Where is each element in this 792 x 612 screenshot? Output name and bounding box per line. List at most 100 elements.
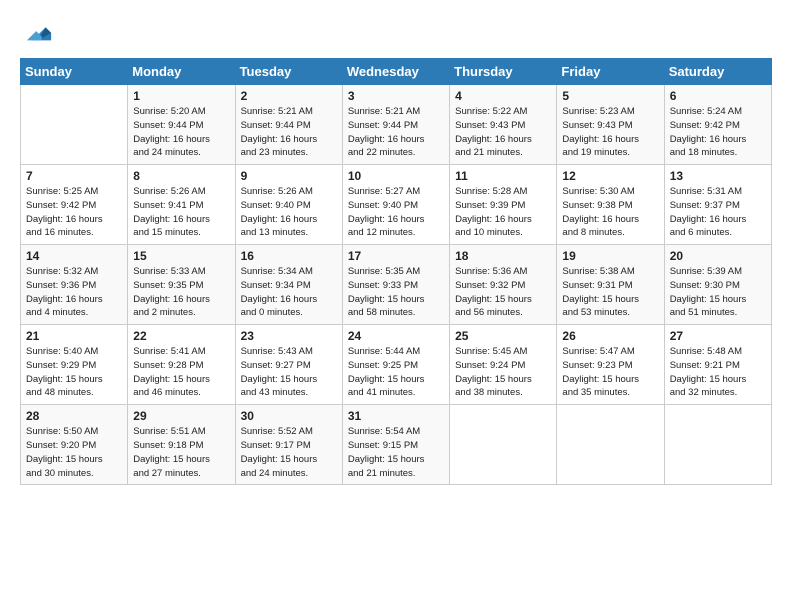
calendar-cell: [664, 405, 771, 485]
day-info: Sunrise: 5:34 AM Sunset: 9:34 PM Dayligh…: [241, 265, 337, 320]
day-number: 4: [455, 89, 551, 103]
day-info: Sunrise: 5:33 AM Sunset: 9:35 PM Dayligh…: [133, 265, 229, 320]
day-info: Sunrise: 5:45 AM Sunset: 9:24 PM Dayligh…: [455, 345, 551, 400]
day-info: Sunrise: 5:51 AM Sunset: 9:18 PM Dayligh…: [133, 425, 229, 480]
day-number: 28: [26, 409, 122, 423]
day-info: Sunrise: 5:22 AM Sunset: 9:43 PM Dayligh…: [455, 105, 551, 160]
calendar-cell: 18 Sunrise: 5:36 AM Sunset: 9:32 PM Dayli…: [450, 245, 557, 325]
day-number: 17: [348, 249, 444, 263]
day-info: Sunrise: 5:27 AM Sunset: 9:40 PM Dayligh…: [348, 185, 444, 240]
day-number: 23: [241, 329, 337, 343]
calendar-cell: 31 Sunrise: 5:54 AM Sunset: 9:15 PM Dayli…: [342, 405, 449, 485]
day-number: 15: [133, 249, 229, 263]
day-number: 31: [348, 409, 444, 423]
day-info: Sunrise: 5:26 AM Sunset: 9:40 PM Dayligh…: [241, 185, 337, 240]
calendar-cell: 2Sunrise: 5:21 AM Sunset: 9:44 PM Daylig…: [235, 85, 342, 165]
week-row-3: 14 Sunrise: 5:32 AM Sunset: 9:36 PM Dayli…: [21, 245, 772, 325]
day-number: 26: [562, 329, 658, 343]
calendar-cell: 15 Sunrise: 5:33 AM Sunset: 9:35 PM Dayli…: [128, 245, 235, 325]
day-number: 21: [26, 329, 122, 343]
calendar-cell: 16 Sunrise: 5:34 AM Sunset: 9:34 PM Dayli…: [235, 245, 342, 325]
day-number: 12: [562, 169, 658, 183]
day-info: Sunrise: 5:28 AM Sunset: 9:39 PM Dayligh…: [455, 185, 551, 240]
day-info: Sunrise: 5:43 AM Sunset: 9:27 PM Dayligh…: [241, 345, 337, 400]
calendar-cell: 26 Sunrise: 5:47 AM Sunset: 9:23 PM Dayli…: [557, 325, 664, 405]
day-number: 29: [133, 409, 229, 423]
day-number: 16: [241, 249, 337, 263]
calendar-cell: 22 Sunrise: 5:41 AM Sunset: 9:28 PM Dayli…: [128, 325, 235, 405]
calendar-cell: 4 Sunrise: 5:22 AM Sunset: 9:43 PM Daylig…: [450, 85, 557, 165]
calendar-cell: [450, 405, 557, 485]
day-number: 14: [26, 249, 122, 263]
day-number: 9: [241, 169, 337, 183]
calendar-cell: 11 Sunrise: 5:28 AM Sunset: 9:39 PM Dayli…: [450, 165, 557, 245]
day-number: 1: [133, 89, 229, 103]
day-number: 18: [455, 249, 551, 263]
weekday-header-wednesday: Wednesday: [342, 59, 449, 85]
day-info: Sunrise: 5:21 AM Sunset: 9:44 PM Dayligh…: [348, 105, 444, 160]
day-number: 25: [455, 329, 551, 343]
week-row-5: 28Sunrise: 5:50 AM Sunset: 9:20 PM Dayli…: [21, 405, 772, 485]
calendar-cell: 7Sunrise: 5:25 AM Sunset: 9:42 PM Daylig…: [21, 165, 128, 245]
day-number: 10: [348, 169, 444, 183]
calendar-cell: 3 Sunrise: 5:21 AM Sunset: 9:44 PM Daylig…: [342, 85, 449, 165]
weekday-header-friday: Friday: [557, 59, 664, 85]
day-number: 30: [241, 409, 337, 423]
day-number: 13: [670, 169, 766, 183]
day-info: Sunrise: 5:44 AM Sunset: 9:25 PM Dayligh…: [348, 345, 444, 400]
calendar-cell: 24 Sunrise: 5:44 AM Sunset: 9:25 PM Dayli…: [342, 325, 449, 405]
week-row-2: 7Sunrise: 5:25 AM Sunset: 9:42 PM Daylig…: [21, 165, 772, 245]
weekday-header-tuesday: Tuesday: [235, 59, 342, 85]
day-number: 22: [133, 329, 229, 343]
day-info: Sunrise: 5:26 AM Sunset: 9:41 PM Dayligh…: [133, 185, 229, 240]
weekday-header-monday: Monday: [128, 59, 235, 85]
day-info: Sunrise: 5:35 AM Sunset: 9:33 PM Dayligh…: [348, 265, 444, 320]
day-info: Sunrise: 5:25 AM Sunset: 9:42 PM Dayligh…: [26, 185, 122, 240]
day-number: 24: [348, 329, 444, 343]
day-info: Sunrise: 5:52 AM Sunset: 9:17 PM Dayligh…: [241, 425, 337, 480]
day-info: Sunrise: 5:31 AM Sunset: 9:37 PM Dayligh…: [670, 185, 766, 240]
calendar-cell: 21Sunrise: 5:40 AM Sunset: 9:29 PM Dayli…: [21, 325, 128, 405]
day-info: Sunrise: 5:30 AM Sunset: 9:38 PM Dayligh…: [562, 185, 658, 240]
day-number: 19: [562, 249, 658, 263]
calendar-cell: [21, 85, 128, 165]
day-number: 3: [348, 89, 444, 103]
weekday-header-thursday: Thursday: [450, 59, 557, 85]
day-info: Sunrise: 5:38 AM Sunset: 9:31 PM Dayligh…: [562, 265, 658, 320]
weekday-header-sunday: Sunday: [21, 59, 128, 85]
day-info: Sunrise: 5:21 AM Sunset: 9:44 PM Dayligh…: [241, 105, 337, 160]
day-info: Sunrise: 5:54 AM Sunset: 9:15 PM Dayligh…: [348, 425, 444, 480]
calendar-cell: 13 Sunrise: 5:31 AM Sunset: 9:37 PM Dayli…: [664, 165, 771, 245]
day-info: Sunrise: 5:36 AM Sunset: 9:32 PM Dayligh…: [455, 265, 551, 320]
calendar-cell: 8 Sunrise: 5:26 AM Sunset: 9:41 PM Daylig…: [128, 165, 235, 245]
week-row-4: 21Sunrise: 5:40 AM Sunset: 9:29 PM Dayli…: [21, 325, 772, 405]
day-info: Sunrise: 5:24 AM Sunset: 9:42 PM Dayligh…: [670, 105, 766, 160]
calendar-cell: 30 Sunrise: 5:52 AM Sunset: 9:17 PM Dayli…: [235, 405, 342, 485]
calendar-cell: 5Sunrise: 5:23 AM Sunset: 9:43 PM Daylig…: [557, 85, 664, 165]
calendar-cell: 12 Sunrise: 5:30 AM Sunset: 9:38 PM Dayli…: [557, 165, 664, 245]
week-row-1: 1 Sunrise: 5:20 AM Sunset: 9:44 PM Daylig…: [21, 85, 772, 165]
day-number: 27: [670, 329, 766, 343]
day-info: Sunrise: 5:47 AM Sunset: 9:23 PM Dayligh…: [562, 345, 658, 400]
day-info: Sunrise: 5:41 AM Sunset: 9:28 PM Dayligh…: [133, 345, 229, 400]
calendar-cell: 10 Sunrise: 5:27 AM Sunset: 9:40 PM Dayli…: [342, 165, 449, 245]
calendar-cell: 27Sunrise: 5:48 AM Sunset: 9:21 PM Dayli…: [664, 325, 771, 405]
day-info: Sunrise: 5:20 AM Sunset: 9:44 PM Dayligh…: [133, 105, 229, 160]
page: SundayMondayTuesdayWednesdayThursdayFrid…: [0, 0, 792, 612]
day-number: 11: [455, 169, 551, 183]
day-number: 8: [133, 169, 229, 183]
day-info: Sunrise: 5:39 AM Sunset: 9:30 PM Dayligh…: [670, 265, 766, 320]
day-number: 20: [670, 249, 766, 263]
calendar-cell: 20 Sunrise: 5:39 AM Sunset: 9:30 PM Dayli…: [664, 245, 771, 325]
calendar-cell: [557, 405, 664, 485]
calendar-cell: 28Sunrise: 5:50 AM Sunset: 9:20 PM Dayli…: [21, 405, 128, 485]
logo-icon: [25, 18, 53, 46]
day-info: Sunrise: 5:32 AM Sunset: 9:36 PM Dayligh…: [26, 265, 122, 320]
calendar-cell: 14 Sunrise: 5:32 AM Sunset: 9:36 PM Dayli…: [21, 245, 128, 325]
calendar-cell: 19 Sunrise: 5:38 AM Sunset: 9:31 PM Dayli…: [557, 245, 664, 325]
calendar-cell: 9 Sunrise: 5:26 AM Sunset: 9:40 PM Daylig…: [235, 165, 342, 245]
logo: [20, 18, 53, 46]
header: [20, 18, 772, 46]
calendar-cell: 6Sunrise: 5:24 AM Sunset: 9:42 PM Daylig…: [664, 85, 771, 165]
weekday-header-row: SundayMondayTuesdayWednesdayThursdayFrid…: [21, 59, 772, 85]
